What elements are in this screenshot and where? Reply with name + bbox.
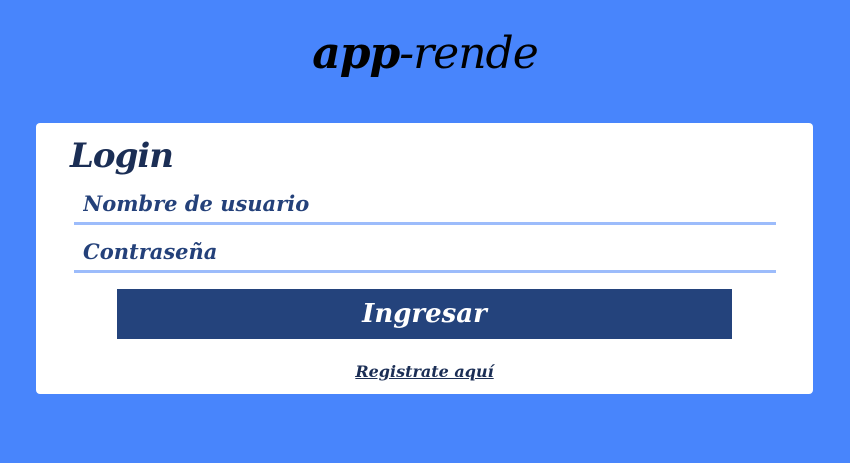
app-title-rest: -rende bbox=[399, 28, 538, 79]
password-input[interactable] bbox=[74, 233, 776, 273]
register-link-container: Registrate aquí bbox=[36, 361, 813, 383]
app-title-bold: app bbox=[312, 28, 400, 79]
username-input[interactable] bbox=[74, 185, 776, 225]
login-heading: Login bbox=[70, 136, 174, 176]
app-title: app-rende bbox=[0, 22, 850, 86]
login-submit-button[interactable]: Ingresar bbox=[117, 289, 732, 339]
login-card: Login Ingresar Registrate aquí bbox=[36, 123, 813, 394]
register-link[interactable]: Registrate aquí bbox=[355, 362, 493, 381]
